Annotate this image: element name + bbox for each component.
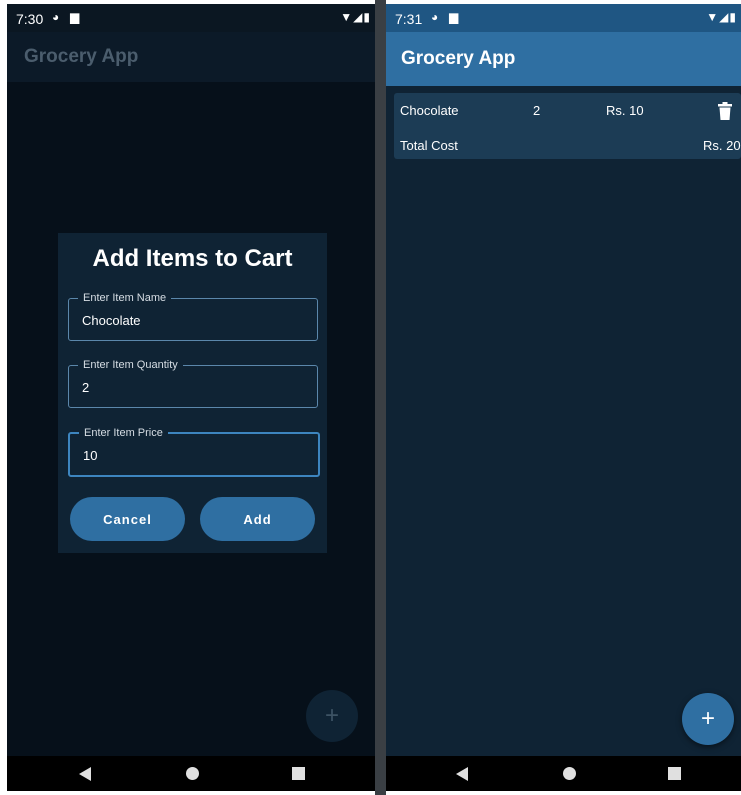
wifi-icon: ▼ (706, 10, 720, 24)
app-bar: Grocery App (386, 32, 741, 86)
item-price-value: 10 (83, 448, 98, 463)
add-item-fab[interactable]: + (682, 693, 734, 745)
dialog-title: Add Items to Cart (92, 245, 293, 272)
left-phone-screen: 7:30 ◕ ▆ ▼◢▮ Grocery App Add Items to Ca… (7, 4, 375, 791)
status-time: 7:31 (395, 11, 423, 27)
app-title: Grocery App (401, 48, 516, 69)
item-name-field[interactable]: Enter Item Name Chocolate (68, 292, 318, 341)
status-right-icons: ▼◢▮ (706, 10, 737, 24)
cancel-button[interactable]: Cancel (70, 497, 185, 541)
play-store-icon: ◕ (431, 10, 439, 24)
status-time: 7:30 (16, 11, 44, 27)
screenshot-divider (375, 0, 386, 795)
right-phone-screen: 7:31 ◕ ▆ ▼◢▮ Grocery App Chocolate 2 Rs.… (386, 4, 741, 791)
total-cost-value: Rs. 20 (703, 138, 741, 153)
add-items-dialog: Add Items to Cart Enter Item Name Chocol… (58, 233, 327, 553)
battery-icon: ▮ (729, 10, 737, 24)
signal-icon: ◢ (353, 10, 364, 24)
sd-card-icon: ▆ (449, 10, 459, 24)
trash-icon[interactable] (718, 101, 732, 121)
cart-item-price: Rs. 10 (606, 103, 644, 118)
play-store-icon: ◕ (52, 10, 60, 24)
navigation-bar (386, 756, 741, 791)
cart-item-quantity: 2 (533, 103, 541, 118)
plus-icon: + (700, 705, 715, 732)
add-button[interactable]: Add (200, 497, 315, 541)
item-quantity-label: Enter Item Quantity (78, 359, 183, 371)
back-icon[interactable] (79, 767, 91, 781)
recents-icon[interactable] (292, 767, 305, 780)
recents-icon[interactable] (668, 767, 681, 780)
item-quantity-field[interactable]: Enter Item Quantity 2 (68, 359, 318, 408)
status-bar: 7:30 ◕ ▆ ▼◢▮ (7, 4, 375, 32)
item-name-value: Chocolate (82, 313, 141, 328)
item-price-field[interactable]: Enter Item Price 10 (68, 427, 320, 477)
cart-card: Chocolate 2 Rs. 10 Total Cost Rs. 20 (394, 93, 741, 159)
cart-item-name: Chocolate (400, 103, 459, 118)
home-icon[interactable] (563, 767, 576, 780)
navigation-bar (7, 756, 375, 791)
battery-icon: ▮ (363, 10, 371, 24)
app-title: Grocery App (24, 46, 139, 67)
back-icon[interactable] (456, 767, 468, 781)
total-cost-label: Total Cost (400, 138, 458, 153)
item-quantity-value: 2 (82, 380, 90, 395)
add-item-fab[interactable]: + (306, 690, 358, 742)
wifi-icon: ▼ (340, 10, 354, 24)
item-price-label: Enter Item Price (79, 427, 168, 439)
sd-card-icon: ▆ (70, 10, 80, 24)
item-name-label: Enter Item Name (78, 292, 172, 304)
home-icon[interactable] (186, 767, 199, 780)
status-bar: 7:31 ◕ ▆ ▼◢▮ (386, 4, 741, 32)
signal-icon: ◢ (719, 10, 730, 24)
plus-icon: + (324, 702, 339, 729)
app-bar: Grocery App (7, 32, 375, 82)
status-right-icons: ▼◢▮ (340, 10, 371, 24)
